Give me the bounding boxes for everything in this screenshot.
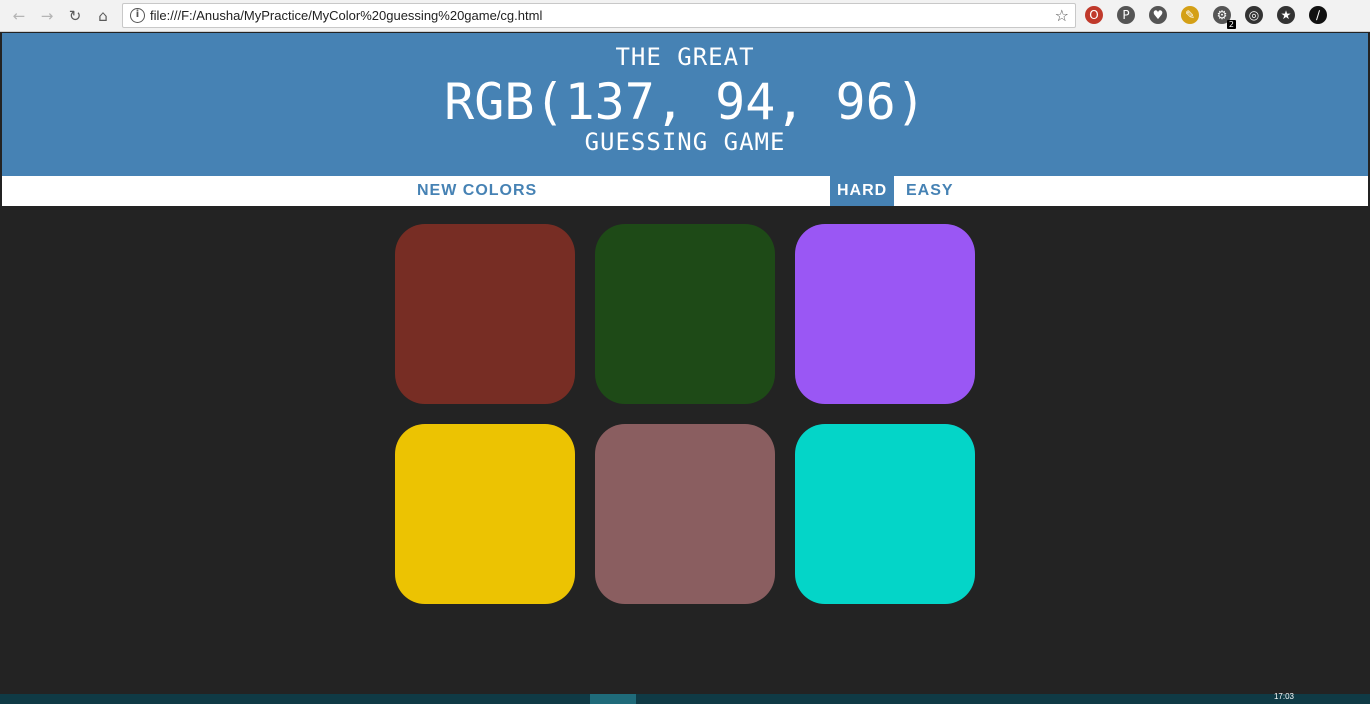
browser-toolbar: ← → ↻ ⌂ i file:///F:/Anusha/MyPractice/M… <box>0 0 1370 32</box>
pocket-icon[interactable]: ♥ <box>1149 6 1167 24</box>
puzzle-extension-icon[interactable]: ⚙ 2 <box>1213 6 1236 29</box>
title-line-3: GUESSING GAME <box>584 128 786 156</box>
color-square[interactable] <box>395 424 575 604</box>
home-icon[interactable]: ⌂ <box>92 5 114 27</box>
color-square[interactable] <box>595 424 775 604</box>
bookmark-star-icon[interactable]: ☆ <box>1055 6 1069 25</box>
color-square[interactable] <box>795 224 975 404</box>
extension-badge: 2 <box>1226 20 1236 29</box>
rocket-icon[interactable]: ★ <box>1277 6 1295 24</box>
easy-mode-button[interactable]: EASY <box>899 176 961 206</box>
address-bar[interactable]: i file:///F:/Anusha/MyPractice/MyColor%2… <box>122 3 1076 28</box>
new-colors-button[interactable]: NEW COLORS <box>410 176 544 206</box>
info-icon[interactable]: i <box>130 8 145 23</box>
taskbar: 17:03 <box>0 692 1370 704</box>
title-line-1: THE GREAT <box>615 43 755 71</box>
pinterest-icon[interactable]: P <box>1117 6 1135 24</box>
forward-arrow-icon[interactable]: → <box>36 5 58 27</box>
game-header: THE GREAT RGB(137, 94, 96) GUESSING GAME <box>2 33 1368 176</box>
eyedropper-icon[interactable]: ∕ <box>1309 6 1327 24</box>
back-arrow-icon[interactable]: ← <box>8 5 30 27</box>
taskbar-clock: 17:03 <box>1273 692 1294 701</box>
target-icon[interactable]: ◎ <box>1245 6 1263 24</box>
hard-mode-button[interactable]: HARD <box>830 176 895 206</box>
color-square[interactable] <box>395 224 575 404</box>
color-square[interactable] <box>795 424 975 604</box>
squares-grid <box>395 224 975 604</box>
opera-icon[interactable]: O <box>1085 6 1103 24</box>
rgb-display: RGB(137, 94, 96) <box>444 73 926 131</box>
reload-icon[interactable]: ↻ <box>64 5 86 27</box>
control-stripe: NEW COLORS HARD EASY <box>2 176 1368 206</box>
color-square[interactable] <box>595 224 775 404</box>
message-display <box>562 176 812 206</box>
taskbar-active-app[interactable] <box>590 694 636 704</box>
highlighter-icon[interactable]: ✎ <box>1181 6 1199 24</box>
url-text: file:///F:/Anusha/MyPractice/MyColor%20g… <box>150 8 543 23</box>
